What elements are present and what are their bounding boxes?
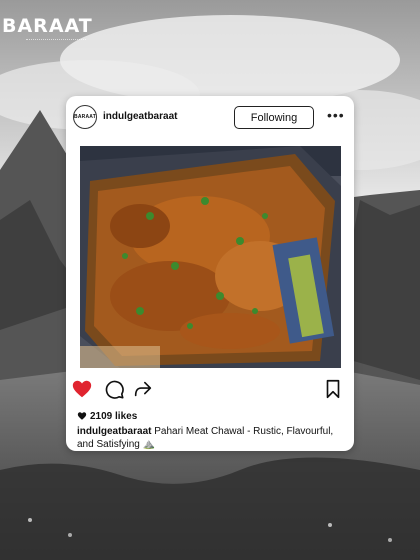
- post-image[interactable]: [80, 146, 341, 368]
- brand-name: BARAAT: [2, 15, 93, 37]
- avatar[interactable]: BARAAT: [73, 105, 97, 129]
- post-caption: indulgeatbaraat Pahari Meat Chawal - Rus…: [77, 425, 349, 451]
- likes-count[interactable]: 2109 likes: [90, 411, 137, 422]
- post-header: BARAAT indulgeatbaraat Following •••: [66, 96, 354, 140]
- small-heart-icon: [77, 412, 87, 420]
- share-icon[interactable]: [132, 378, 154, 400]
- likes-row: 2109 likes: [77, 409, 137, 423]
- avatar-label: BARAAT: [74, 114, 96, 120]
- following-button[interactable]: Following: [234, 106, 314, 129]
- caption-username[interactable]: indulgeatbaraat: [77, 426, 151, 437]
- brand-logo: BARAAT: [0, 6, 130, 46]
- mountain-emoji-icon: ⛰️: [142, 439, 156, 450]
- post-username[interactable]: indulgeatbaraat: [103, 111, 177, 122]
- post-card: BARAAT indulgeatbaraat Following ••• 210…: [66, 96, 354, 451]
- bookmark-icon[interactable]: [322, 378, 344, 400]
- comment-icon[interactable]: [103, 378, 125, 400]
- post-actions: [66, 378, 354, 404]
- heart-icon[interactable]: [71, 378, 93, 400]
- more-options-icon[interactable]: •••: [327, 108, 347, 124]
- brand-underline: [26, 39, 86, 42]
